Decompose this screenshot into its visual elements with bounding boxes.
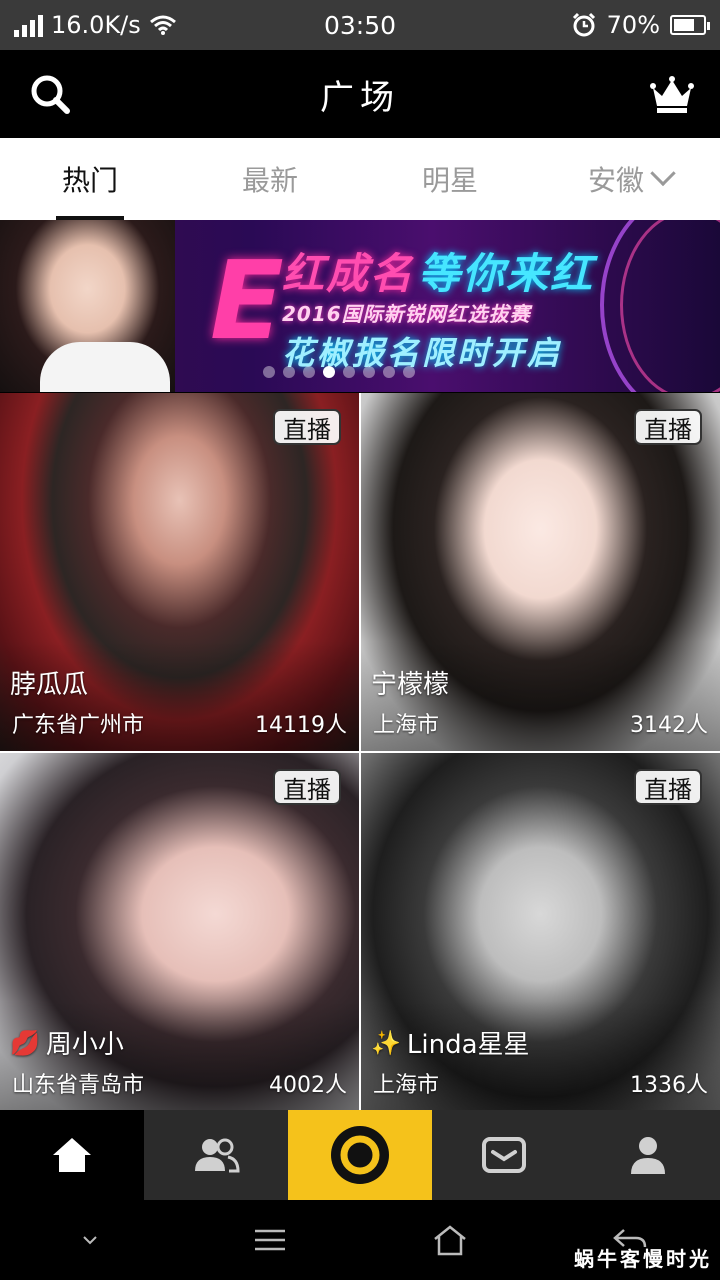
nav-messages[interactable] (432, 1110, 576, 1200)
app-header: 广场 (0, 50, 720, 138)
alarm-icon (572, 12, 595, 37)
tab-latest[interactable]: 最新 (180, 138, 360, 220)
home-icon (53, 1138, 91, 1172)
banner-logo: E (210, 239, 284, 364)
signal-icon (14, 13, 43, 37)
streamer-location: 山东省青岛市 (12, 1073, 145, 1098)
home-outline-icon (434, 1225, 466, 1256)
banner-pagination (263, 366, 415, 378)
clock: 03:50 (323, 10, 397, 40)
chevron-down-icon (83, 1236, 97, 1245)
page-dot[interactable] (363, 366, 375, 378)
tab-hot[interactable]: 热门 (0, 138, 180, 220)
live-card[interactable]: 直播 ✨ Linda星星 上海市 1336人 (361, 753, 720, 1111)
wifi-icon (149, 15, 176, 35)
sys-collapse-button[interactable] (0, 1200, 180, 1280)
banner-slogan-a: 红成名 (282, 249, 415, 298)
streamer-name: 脖瓜瓜 (10, 664, 88, 701)
streamer-name: 💋 周小小 (10, 1024, 124, 1061)
nav-profile[interactable] (576, 1110, 720, 1200)
page-dot[interactable] (343, 366, 355, 378)
page-dot[interactable] (263, 366, 275, 378)
sys-home-button[interactable] (360, 1200, 540, 1280)
bottom-nav (0, 1110, 720, 1200)
streamer-name: 宁檬檬 (371, 664, 449, 701)
battery-percent: 70% (606, 11, 660, 39)
status-right: 70% (466, 11, 710, 39)
streamer-name: ✨ Linda星星 (371, 1024, 530, 1061)
friends-icon (195, 1138, 240, 1173)
live-badge: 直播 (634, 409, 702, 445)
page-dot[interactable] (383, 366, 395, 378)
viewer-count: 4002人 (269, 1073, 347, 1098)
crown-icon[interactable] (650, 74, 694, 114)
nav-friends[interactable] (144, 1110, 288, 1200)
viewer-count: 3142人 (630, 713, 708, 738)
tab-stars[interactable]: 明星 (360, 138, 540, 220)
message-icon (482, 1137, 526, 1173)
tab-region[interactable]: 安徽 (540, 138, 720, 220)
viewer-count: 14119人 (255, 713, 347, 738)
viewer-count: 1336人 (630, 1073, 708, 1098)
battery-icon (670, 15, 710, 35)
banner-slogan-b: 等你来红 (418, 249, 595, 298)
category-tabs: 热门 最新 明星 安徽 (0, 138, 720, 220)
status-bar: 16.0K/s 03:50 70% (0, 0, 720, 50)
lips-icon: 💋 (10, 1028, 40, 1057)
streamer-name-text: 宁檬檬 (371, 670, 450, 700)
sparkles-icon: ✨ (371, 1028, 401, 1057)
live-card[interactable]: 直播 脖瓜瓜 广东省广州市 14119人 (0, 393, 359, 751)
live-card[interactable]: 直播 💋 周小小 山东省青岛市 4002人 (0, 753, 359, 1111)
page-dot-active[interactable] (323, 366, 335, 378)
live-card[interactable]: 直播 宁檬檬 上海市 3142人 (361, 393, 720, 751)
streamer-location: 上海市 (373, 1073, 440, 1098)
page-dot[interactable] (283, 366, 295, 378)
page-title: 广场 (320, 77, 400, 118)
sys-menu-button[interactable] (180, 1200, 360, 1280)
page-dot[interactable] (403, 366, 415, 378)
profile-icon (631, 1137, 665, 1174)
streamer-location: 上海市 (373, 713, 440, 738)
search-icon[interactable] (28, 72, 72, 116)
streamer-location: 广东省广州市 (12, 713, 145, 738)
live-badge: 直播 (634, 769, 702, 805)
status-left: 16.0K/s (14, 11, 254, 39)
net-speed: 16.0K/s (51, 11, 141, 39)
menu-icon (255, 1229, 285, 1251)
banner-subtitle: 2016国际新锐网红选拔赛 (282, 302, 531, 326)
chevron-down-icon (650, 160, 676, 187)
live-grid: 直播 脖瓜瓜 广东省广州市 14119人 直播 宁檬檬 上海市 3142人 直播… (0, 393, 720, 1111)
nav-home[interactable] (0, 1110, 144, 1200)
streamer-name-text: 周小小 (45, 1030, 124, 1060)
live-badge: 直播 (273, 409, 341, 445)
page-dot[interactable] (303, 366, 315, 378)
nav-go-live[interactable] (288, 1110, 432, 1200)
streamer-name-text: Linda星星 (406, 1030, 530, 1060)
live-camera-icon (331, 1126, 389, 1184)
live-badge: 直播 (273, 769, 341, 805)
banner-portrait-shirt (40, 342, 170, 392)
watermark: 蜗牛客慢时光 (574, 1247, 712, 1271)
streamer-name-text: 脖瓜瓜 (10, 670, 89, 700)
